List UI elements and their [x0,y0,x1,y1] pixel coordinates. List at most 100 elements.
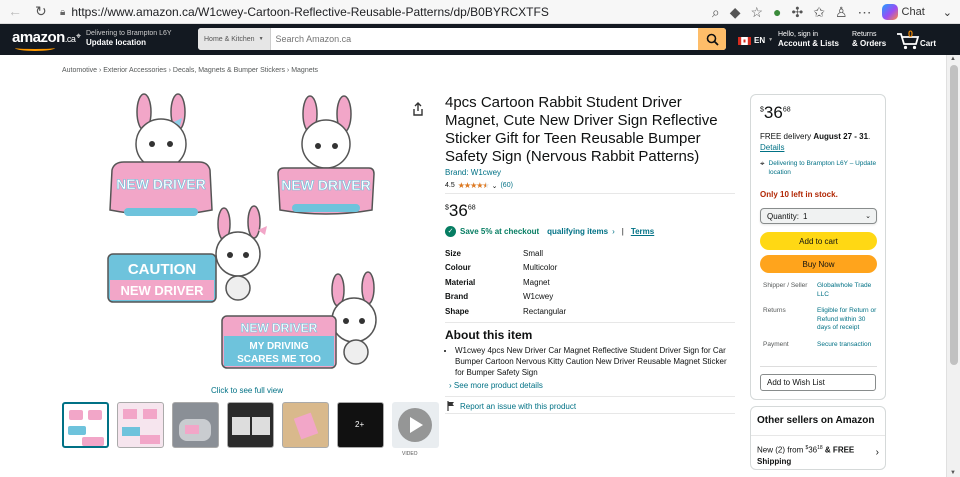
amazon-nav-bar: amazon.ca ⌖ Delivering to Brampton L6Y U… [0,24,960,55]
language-selector[interactable]: EN ▼ [738,36,773,45]
add-to-cart-button[interactable]: Add to cart [760,232,877,250]
product-title: 4pcs Cartoon Rabbit Student Driver Magne… [445,94,718,165]
search-button[interactable] [698,28,726,50]
scrollbar-thumb[interactable] [950,65,958,365]
cart-count: 0 [908,29,914,39]
cart-button[interactable]: 0 Cart [896,29,940,51]
amazon-logo[interactable]: amazon.ca [12,29,76,51]
buy-now-button[interactable]: Buy Now [760,255,877,273]
offer-prefix: New (2) from [757,445,806,455]
search-department-select[interactable]: Home & Kitchen ▼ [198,28,271,50]
divider [445,322,735,323]
price-fraction: 68 [782,106,791,114]
puzzle-extensions-icon[interactable]: ✣ [792,4,804,21]
breadcrumb-item[interactable]: Magnets [291,67,318,74]
price-whole: 36 [448,201,468,220]
chevron-down-icon: ⌄ [942,6,952,19]
add-to-wishlist-button[interactable]: Add to Wish List [760,374,876,391]
sign1-text: NEW DRIVER [116,176,205,192]
more-menu-icon[interactable]: ⋯ [858,4,872,21]
free-label: & FREE [822,445,855,455]
search-input[interactable] [270,28,698,50]
about-bullets: W1cwey 4pcs New Driver Car Magnet Reflec… [455,345,735,378]
main-product-image[interactable]: NEW DRIVER NEW DRIVER CAUTION NEW DRIVER… [104,92,416,374]
caret-down-icon: ▼ [768,37,774,43]
thumbnail-2[interactable] [117,402,164,448]
url-text: https://www.amazon.ca/W1cwey-Cartoon-Ref… [71,5,549,19]
page-scrollbar[interactable]: ▲ ▼ [946,55,960,477]
payment-link[interactable]: Secure transaction [817,341,879,350]
breadcrumb-item[interactable]: Automotive [62,67,97,74]
scroll-down-icon[interactable]: ▼ [950,470,956,476]
zoom-icon[interactable]: ⌕ [712,4,720,21]
thumbnail-5[interactable] [282,402,329,448]
location-pin-icon: ⌖ [76,31,82,41]
back-icon[interactable]: ← [8,3,22,19]
chevron-down-icon[interactable]: ⌄ [492,182,498,190]
chevron-right-icon: › [449,381,452,390]
thumbnail-strip: 2+ [62,402,439,450]
thumbnail-more[interactable]: 2+ [337,402,384,448]
spec-row: Size Small [445,246,566,261]
deliver-to[interactable]: ⌖ Delivering to Brampton L6Y Update loca… [76,29,172,47]
video-label: VIDEO [402,451,418,457]
terms-link[interactable]: Terms [631,227,654,236]
price-fraction: 68 [467,204,476,212]
row-key: Shipper / Seller [763,282,808,289]
product-price: $3668 [445,201,476,221]
divider [445,193,735,194]
chevron-right-icon[interactable]: › [876,447,879,458]
deliver-line1: Delivering to Brampton L6Y [86,30,172,37]
details-link[interactable]: Details [760,143,784,152]
spec-key: Brand [445,292,469,302]
thumbnail-4[interactable] [227,402,274,448]
rating-stars[interactable]: ★★★★★★★★★★ [457,181,490,190]
sign4-line2: MY DRIVING [249,341,308,352]
copilot-chat-button[interactable]: Chat ⌄ [881,4,952,20]
shipping-label: Shipping [757,456,792,466]
other-sellers-offer[interactable]: New (2) from $3618 & FREE Shipping [757,443,869,467]
breadcrumb-item[interactable]: Decals, Magnets & Bumper Stickers [173,67,285,74]
divider [445,413,735,414]
returns-link[interactable]: Eligible for Return or Refund within 30 … [817,307,879,333]
favorite-star-icon[interactable]: ☆ [750,4,763,21]
reload-icon[interactable]: ↻ [35,3,47,20]
favorites-icon[interactable]: ✩ [813,4,825,21]
scroll-up-icon[interactable]: ▲ [950,56,956,62]
about-bullet-item: W1cwey 4pcs New Driver Car Magnet Reflec… [455,345,735,378]
play-icon [398,408,432,442]
extension-tag-icon[interactable]: ◆ [730,4,741,21]
review-count[interactable]: (60) [500,182,512,189]
location-text: Delivering to Brampton L6Y – Update loca… [768,160,877,176]
seller-link[interactable]: Globalwhole Trade LLC [817,282,879,299]
thumbnail-3[interactable] [172,402,219,448]
full-view-link[interactable]: Click to see full view [211,386,283,395]
address-bar[interactable]: 🔒︎ https://www.amazon.ca/W1cwey-Cartoon-… [60,3,670,21]
location-pin-icon: ⌖ [760,159,765,168]
video-thumbnail[interactable] [392,402,439,448]
account-lists[interactable]: Hello, sign in Account & Lists [778,30,839,48]
thumbnail-1[interactable] [62,402,109,448]
report-issue-link[interactable]: Report an issue with this product [447,401,576,411]
breadcrumb-item[interactable]: Exterior Accessories [103,67,166,74]
star-fill: ★★★★★ [457,181,486,190]
logo-suffix: .ca [64,34,76,44]
copilot-icon [881,4,898,20]
qualifying-items-link[interactable]: qualifying items [547,227,608,236]
quantity-value: 1 [803,211,808,221]
payment-row: Payment Secure transaction [763,341,879,350]
spec-row: Brand W1cwey [445,290,566,305]
spec-value: Multicolor [523,263,558,273]
globe-extension-icon[interactable]: ● [773,4,781,20]
brand-link[interactable]: Brand: W1cwey [445,168,501,177]
returns-line2: & Orders [852,39,887,48]
report-text: Report an issue with this product [460,401,577,411]
spec-row: Shape Rectangular [445,304,566,319]
quantity-label: Quantity: [767,211,800,221]
see-more-details-link[interactable]: › See more product details [449,381,543,390]
quantity-select[interactable]: Quantity: 1 ⌄ [760,208,877,224]
buybox-location[interactable]: ⌖ Delivering to Brampton L6Y – Update lo… [760,159,880,177]
spec-key: Size [445,248,462,258]
profile-icon[interactable]: ♙ [835,4,848,21]
returns-orders[interactable]: Returns & Orders [852,30,886,48]
